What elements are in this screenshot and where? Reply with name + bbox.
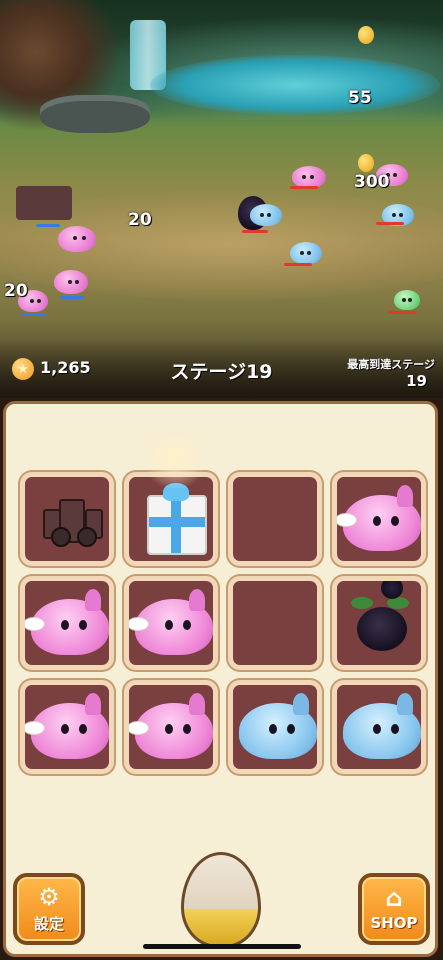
home-icon: ⌂ [385,884,403,912]
enemy-hp-bar [290,186,318,189]
pink-slime-icon [129,589,213,655]
pink-slime-unit [58,226,96,252]
enemy-hp-bar [242,230,268,233]
green-slime-enemy [394,290,420,310]
shop-button[interactable]: ⌂ SHOP [358,873,430,945]
unit-hp-bar [22,313,46,316]
pink-slime-enemy [292,166,326,188]
enemy-hp-bar [388,311,416,314]
grid-cell-blue-slime[interactable] [332,680,426,774]
coin-drop-icon [358,154,374,172]
grid-cell-empty[interactable] [228,576,322,670]
pink-slime-unit [54,270,88,294]
grid-cell-empty[interactable] [228,472,322,566]
barricade-icon [35,499,105,547]
grid-cell-pink-slime[interactable] [20,680,114,774]
mossy-rock [40,95,150,133]
grid-cell-dark-plant[interactable] [332,576,426,670]
enemy-hp-bar [376,222,404,225]
barricade-unit [16,186,72,220]
damage-number: 55 [348,88,372,108]
gift-box-icon [147,483,207,555]
battle-scene: 55 300 20 20 [0,0,443,398]
enemy-hp-bar [284,263,312,266]
unit-hp-bar [36,224,60,227]
settings-label: 設定 [33,914,64,933]
pink-slime-icon [129,693,213,759]
coin-drop-icon [358,26,374,44]
best-stage-value: 19 [406,372,427,390]
blue-slime-enemy [290,242,322,264]
shop-label: SHOP [370,914,418,932]
settings-button[interactable]: ⚙ 設定 [13,873,85,945]
pink-slime-icon [25,693,109,759]
pink-slime-icon [337,485,421,551]
blue-slime-icon [239,693,317,759]
grid-cell-pink-slime[interactable] [332,472,426,566]
pink-slime-icon [25,589,109,655]
best-stage-label: 最高到達ステージ [347,358,435,371]
lake [150,55,440,115]
home-indicator[interactable] [143,944,301,949]
grid-cell-barricade[interactable] [20,472,114,566]
unit-hp-bar [60,296,84,299]
gear-icon: ⚙ [38,882,60,911]
blue-slime-enemy [250,204,282,226]
sparkle-effect [130,428,220,488]
grid-cell-pink-slime[interactable] [20,576,114,670]
damage-number: 20 [4,281,28,301]
coin-gain-number: 300 [354,172,390,192]
grid-cell-pink-slime[interactable] [124,576,218,670]
dark-plant-icon [351,581,409,651]
grid-cell-blue-slime[interactable] [228,680,322,774]
grid-cell-pink-slime[interactable] [124,680,218,774]
blue-slime-icon [343,693,421,759]
damage-number: 20 [128,210,152,230]
